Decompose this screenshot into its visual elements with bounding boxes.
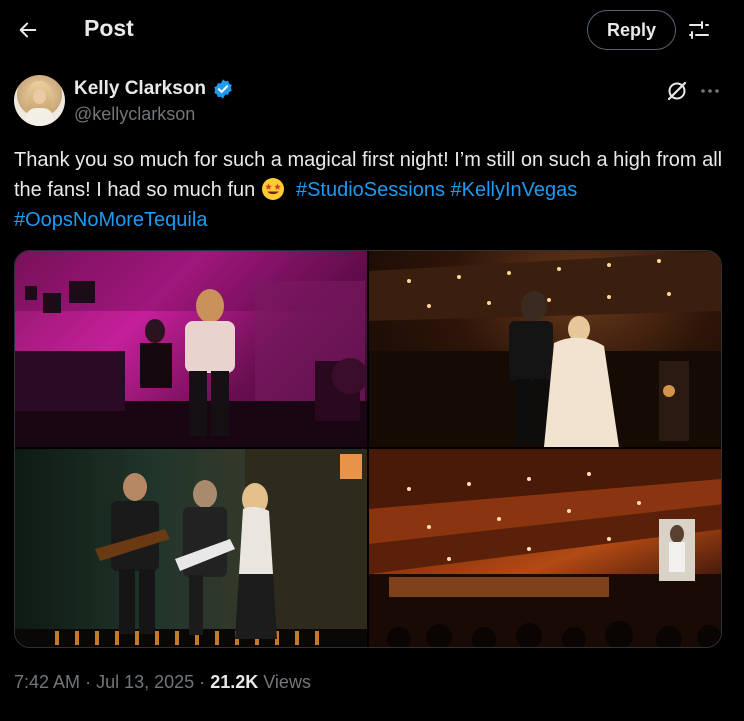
photo-2[interactable] bbox=[369, 251, 721, 447]
reply-button[interactable]: Reply bbox=[587, 10, 676, 50]
photo-4[interactable] bbox=[369, 449, 721, 647]
top-bar: Post Reply bbox=[0, 0, 744, 60]
views-count: 21.2K bbox=[210, 672, 259, 692]
arrow-left-icon bbox=[19, 22, 37, 38]
views-label: Views bbox=[263, 672, 311, 692]
author-handle[interactable]: @kellyclarkson bbox=[74, 104, 195, 125]
hashtag-link[interactable]: #OopsNoMoreTequila bbox=[14, 209, 207, 231]
post-meta: 7:42 AM · Jul 13, 2025 · 21.2K Views bbox=[14, 672, 311, 693]
verified-badge-icon bbox=[214, 79, 232, 99]
photo-1[interactable] bbox=[15, 251, 367, 447]
meta-separator: · bbox=[85, 672, 92, 692]
star-struck-emoji bbox=[261, 178, 284, 200]
back-button[interactable] bbox=[14, 16, 42, 44]
post-time[interactable]: 7:42 AM bbox=[14, 672, 80, 692]
meta-separator: · bbox=[199, 672, 206, 692]
post-date[interactable]: Jul 13, 2025 bbox=[96, 672, 194, 692]
grok-icon[interactable] bbox=[665, 79, 689, 103]
hashtag-link[interactable]: #KellyInVegas bbox=[451, 179, 578, 201]
author-name-row[interactable]: Kelly Clarkson bbox=[74, 78, 234, 100]
hashtag-link[interactable]: #StudioSessions bbox=[296, 179, 445, 201]
sliders-icon[interactable] bbox=[687, 18, 711, 42]
author-name[interactable]: Kelly Clarkson bbox=[74, 78, 206, 100]
avatar[interactable] bbox=[14, 75, 65, 126]
post-text: Thank you so much for such a magical fir… bbox=[14, 145, 729, 235]
more-horizontal-icon[interactable] bbox=[698, 79, 722, 103]
page-title: Post bbox=[84, 15, 134, 41]
media-grid bbox=[14, 250, 722, 648]
photo-3[interactable] bbox=[15, 449, 367, 647]
